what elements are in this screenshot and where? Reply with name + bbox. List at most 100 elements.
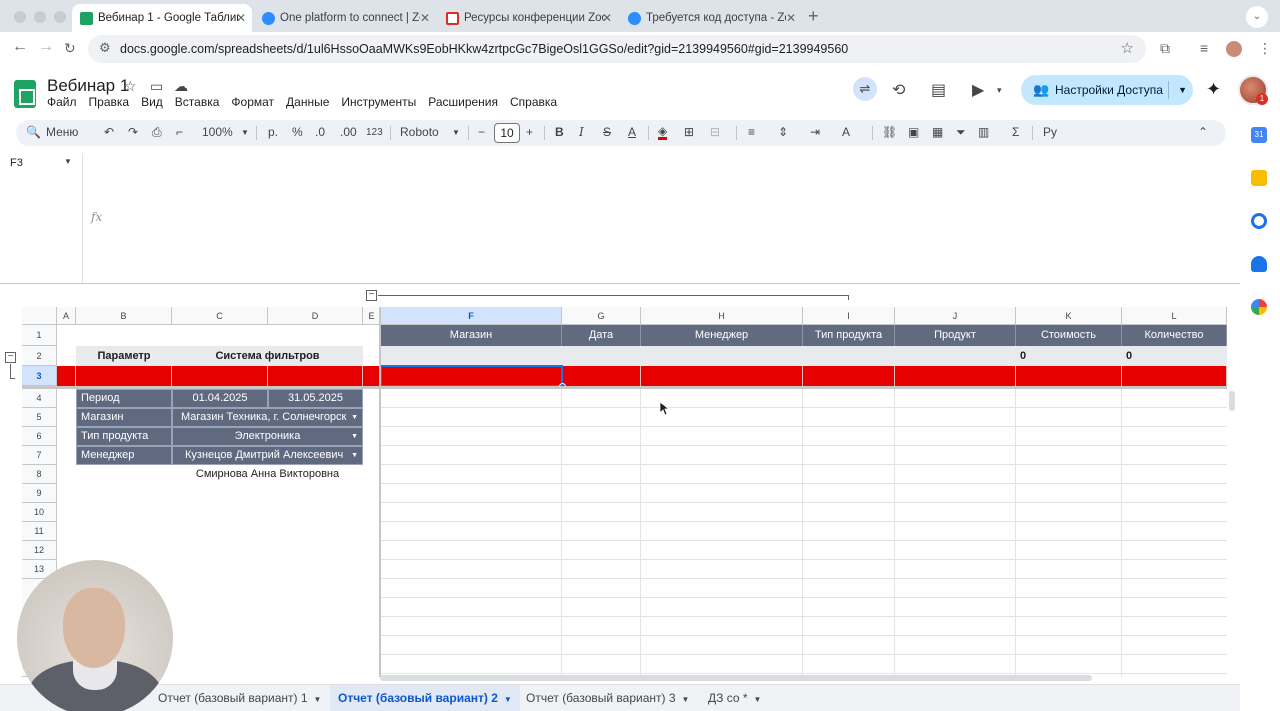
search-menus-input[interactable]: Меню — [46, 125, 78, 139]
extensions-icon[interactable]: ⧉ — [1160, 40, 1170, 57]
menu-insert[interactable]: Вставка — [175, 95, 220, 111]
cell-j3[interactable] — [895, 366, 1016, 386]
cell-k2[interactable]: 0 — [1016, 346, 1122, 366]
column-header-d[interactable]: D — [268, 307, 363, 325]
reading-list-icon[interactable]: ≡ — [1200, 40, 1208, 56]
cell-f2[interactable] — [381, 346, 1016, 366]
address-bar[interactable]: ⚙ docs.google.com/spreadsheets/d/1ul6Hss… — [88, 35, 1146, 63]
decrease-decimal-button[interactable]: .0 — [315, 125, 325, 139]
menu-data[interactable]: Данные — [286, 95, 329, 111]
cell-l2[interactable]: 0 — [1122, 346, 1227, 366]
text-rotation-icon[interactable]: A — [842, 125, 850, 139]
column-header-k[interactable]: K — [1016, 307, 1122, 325]
cell-c2[interactable]: Система фильтров — [172, 346, 363, 366]
header-cell-manager[interactable]: Менеджер — [641, 325, 803, 346]
cell-k3[interactable] — [1016, 366, 1122, 386]
dropdown-arrow-icon[interactable]: ▼ — [351, 447, 358, 464]
input-tools-icon[interactable]: Рy — [1043, 125, 1057, 139]
document-title[interactable]: Вебинар 1 — [47, 76, 129, 96]
horizontal-align-icon[interactable]: ≡ — [748, 125, 755, 139]
search-menu-icon[interactable]: 🔍 — [26, 125, 41, 139]
spreadsheet-grid[interactable]: A B C D E F G H I J K L 1 2 3 4 5 6 7 8 … — [22, 307, 1227, 677]
param-label-product-type[interactable]: Тип продукта — [76, 427, 172, 446]
text-wrap-icon[interactable]: ⇥ — [810, 125, 820, 139]
sheet-tab-2[interactable]: Отчет (базовый вариант) 2 ▼ — [330, 685, 520, 711]
site-info-icon[interactable]: ⚙ — [99, 40, 111, 56]
formula-input[interactable] — [110, 153, 1230, 281]
menu-extensions[interactable]: Расширения — [428, 95, 498, 111]
column-header-a[interactable]: A — [57, 307, 76, 325]
cell-c3[interactable] — [172, 366, 268, 386]
header-cell-cost[interactable]: Стоимость — [1016, 325, 1122, 346]
column-header-c[interactable]: C — [172, 307, 268, 325]
collapse-column-group-button[interactable]: − — [366, 290, 377, 301]
borders-icon[interactable]: ⊞ — [684, 125, 694, 139]
increase-font-size-button[interactable]: + — [526, 125, 533, 139]
chevron-down-icon[interactable]: ▼ — [682, 695, 690, 704]
maximize-window-button[interactable] — [54, 11, 66, 23]
menu-edit[interactable]: Правка — [89, 95, 130, 111]
vertical-align-icon[interactable]: ⇕ — [778, 125, 788, 139]
column-header-b[interactable]: B — [76, 307, 172, 325]
currency-format-button[interactable]: р. — [268, 125, 278, 139]
param-dropdown-product-type[interactable]: Электроника ▼ — [172, 427, 363, 446]
font-size-input[interactable]: 10 — [494, 123, 520, 143]
column-header-f[interactable]: F — [381, 307, 562, 325]
cell-l3[interactable] — [1122, 366, 1227, 386]
tasks-icon[interactable] — [1251, 213, 1267, 229]
cell-a3[interactable] — [57, 366, 76, 386]
chevron-down-icon[interactable]: ▼ — [241, 128, 249, 137]
sheet-tab-4[interactable]: ДЗ со * ▼ — [700, 685, 769, 711]
browser-tab-sheets[interactable]: Вебинар 1 - Google Таблицы ✕ — [72, 4, 252, 32]
sheets-logo[interactable] — [14, 80, 36, 108]
strikethrough-button[interactable]: S — [603, 125, 611, 139]
menu-view[interactable]: Вид — [141, 95, 163, 111]
browser-tab-zoom-2[interactable]: Требуется код доступа - Zoo ✕ — [620, 4, 802, 32]
param-label-manager[interactable]: Менеджер — [76, 446, 172, 465]
menu-help[interactable]: Справка — [510, 95, 557, 111]
param-label-period[interactable]: Период — [76, 389, 172, 408]
bold-button[interactable]: B — [555, 125, 564, 139]
fill-color-icon[interactable]: ◈ — [658, 125, 668, 140]
horizontal-scrollbar[interactable] — [380, 675, 1092, 681]
param-dropdown-store[interactable]: Магазин Техника, г. Солнечгорск ▼ — [172, 408, 363, 427]
cell-b2[interactable]: Параметр — [76, 346, 172, 366]
cell-c8[interactable]: Смирнова Анна Викторовна — [172, 465, 363, 484]
more-formats-button[interactable]: 123 — [366, 127, 383, 138]
forward-icon[interactable]: → — [38, 38, 54, 56]
row-header-12[interactable]: 12 — [22, 541, 57, 560]
close-tab-icon[interactable]: ✕ — [236, 4, 246, 32]
menu-tools[interactable]: Инструменты — [341, 95, 416, 111]
param-label-store[interactable]: Магазин — [76, 408, 172, 427]
cloud-status-icon[interactable]: ☁ — [174, 78, 188, 95]
calendar-icon[interactable]: 31 — [1251, 127, 1267, 143]
param-value-period-end[interactable]: 31.05.2025 — [268, 389, 363, 408]
cell-b3[interactable] — [76, 366, 172, 386]
name-box[interactable]: F3 — [10, 157, 23, 169]
vertical-scrollbar[interactable] — [1229, 391, 1235, 411]
reload-icon[interactable]: ↻ — [64, 40, 76, 57]
chevron-down-icon[interactable]: ▼ — [1178, 75, 1187, 105]
undo-icon[interactable]: ↶ — [104, 125, 114, 139]
percent-format-button[interactable]: % — [292, 125, 303, 139]
header-cell-quantity[interactable]: Количество — [1122, 325, 1227, 346]
functions-icon[interactable]: Σ — [1012, 125, 1019, 139]
profile-avatar-small[interactable] — [1226, 41, 1242, 57]
browser-menu-icon[interactable]: ⋮ — [1258, 40, 1272, 57]
close-window-button[interactable] — [14, 11, 26, 23]
insert-chart-icon[interactable]: ▦ — [932, 125, 943, 139]
column-header-h[interactable]: H — [641, 307, 803, 325]
close-tab-icon[interactable]: ✕ — [786, 4, 796, 32]
sheet-tab-1[interactable]: Отчет (базовый вариант) 1 ▼ — [150, 685, 329, 711]
font-select[interactable]: Roboto — [400, 125, 439, 139]
row-header-1[interactable]: 1 — [22, 325, 57, 346]
header-cell-product[interactable]: Продукт — [895, 325, 1016, 346]
browser-tab-gmail[interactable]: Ресурсы конференции Zoom ✕ — [438, 4, 618, 32]
column-header-j[interactable]: J — [895, 307, 1016, 325]
menu-file[interactable]: Файл — [47, 95, 77, 111]
redo-icon[interactable]: ↷ — [128, 125, 138, 139]
star-icon[interactable]: ☆ — [124, 78, 137, 95]
paint-format-icon[interactable]: ⌐ — [176, 125, 183, 139]
filter-icon[interactable]: ⏷ — [956, 125, 966, 140]
bookmark-star-icon[interactable]: ☆ — [1121, 39, 1134, 57]
